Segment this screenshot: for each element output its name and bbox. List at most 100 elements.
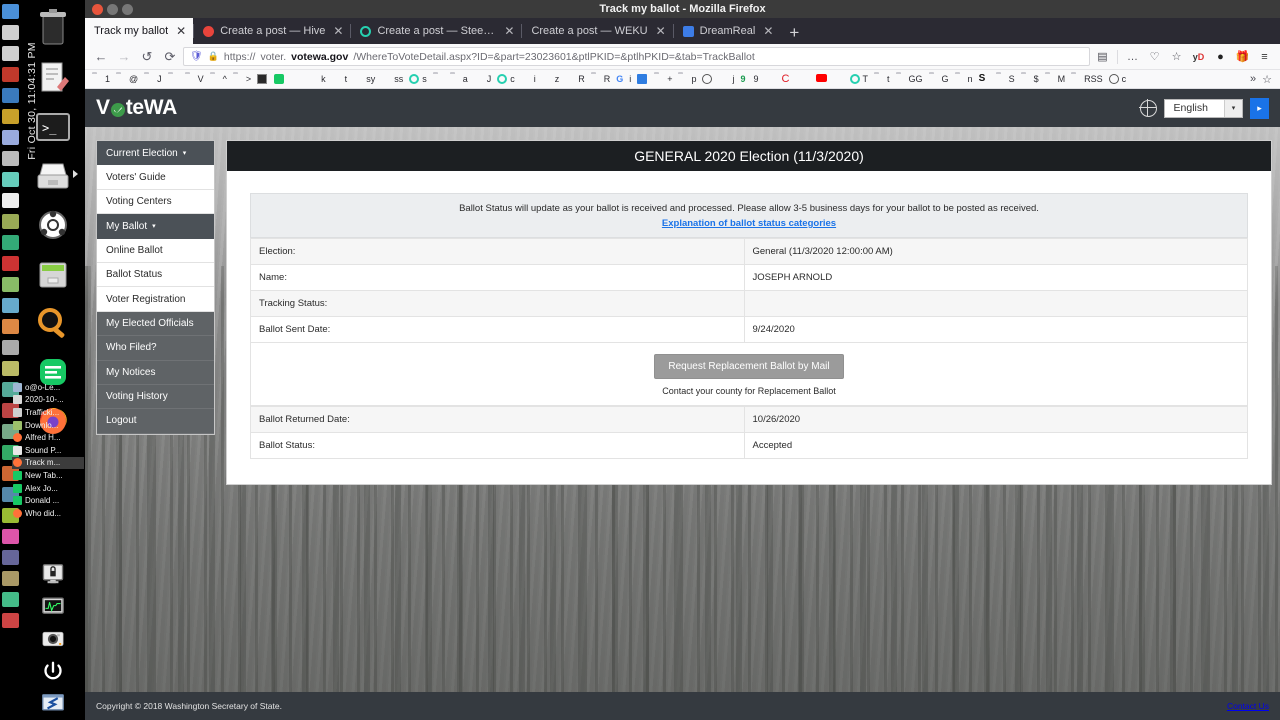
bookmark-item[interactable]: GG bbox=[893, 74, 926, 84]
address-bar[interactable]: 🛡 🔒 https:// voter. votewa.gov/WhereToVote… bbox=[183, 47, 1090, 66]
menu-icon[interactable]: ≡ bbox=[1255, 47, 1274, 66]
tray-icon[interactable] bbox=[2, 193, 19, 208]
bookmark-item[interactable] bbox=[271, 74, 288, 84]
bookmark-item[interactable] bbox=[288, 74, 305, 84]
back-button[interactable]: ← bbox=[91, 47, 111, 67]
bookmark-star-icon[interactable]: ☆ bbox=[1167, 47, 1186, 66]
bookmark-item[interactable]: ss bbox=[378, 74, 406, 84]
tray-icon[interactable] bbox=[2, 298, 19, 313]
window-minimize-button[interactable] bbox=[107, 3, 118, 15]
tray-icon[interactable] bbox=[2, 361, 19, 376]
sidebar-item-logout[interactable]: Logout bbox=[97, 409, 214, 434]
bookmark-item[interactable]: c bbox=[494, 74, 518, 84]
forward-button[interactable]: → bbox=[114, 47, 134, 67]
yandex-extension-icon[interactable]: yD bbox=[1189, 47, 1208, 66]
tray-icon[interactable] bbox=[2, 613, 19, 628]
pocket-icon[interactable]: ♡ bbox=[1145, 47, 1164, 66]
tray-icon[interactable] bbox=[2, 109, 19, 124]
bookmark-item[interactable]: sy bbox=[350, 74, 378, 84]
sidebar-item-who-filed[interactable]: Who Filed? bbox=[97, 336, 214, 361]
browser-tab[interactable]: Create a post — Hive ✕ bbox=[194, 18, 350, 44]
tray-icon[interactable] bbox=[2, 550, 19, 565]
sidebar-item-current-election[interactable]: Current Election ▾ bbox=[97, 141, 214, 166]
tab-close-icon[interactable]: ✕ bbox=[656, 24, 666, 38]
bookmark-item[interactable]: t bbox=[329, 74, 351, 84]
bookmark-item[interactable]: t bbox=[871, 74, 893, 84]
bookmark-item[interactable]: R bbox=[588, 74, 614, 84]
reload-button[interactable]: ⟳ bbox=[160, 47, 180, 67]
contact-us-link[interactable]: Contact Us bbox=[1227, 701, 1269, 711]
page-actions-icon[interactable]: … bbox=[1123, 47, 1142, 66]
bookmark-item[interactable]: > bbox=[230, 74, 254, 84]
sidebar-item-my-elected-officials[interactable]: My Elected Officials bbox=[97, 311, 214, 337]
bookmark-item[interactable]: V bbox=[182, 74, 207, 84]
sidebar-item-my-notices[interactable]: My Notices bbox=[97, 360, 214, 385]
tray-icon[interactable] bbox=[2, 46, 19, 61]
tray-icon[interactable] bbox=[2, 319, 19, 334]
bookmarks-manage-icon[interactable]: ☆ bbox=[1262, 73, 1272, 86]
window-list-item[interactable]: Donald ... bbox=[12, 494, 84, 507]
bookmark-item[interactable]: Gi bbox=[613, 74, 634, 84]
bookmark-item[interactable]: 99 bbox=[737, 74, 761, 84]
window-list-item[interactable]: Track m... bbox=[12, 456, 84, 470]
tray-icon[interactable] bbox=[2, 4, 19, 19]
tray-icon[interactable] bbox=[2, 214, 19, 229]
bookmark-item[interactable]: J bbox=[141, 74, 165, 84]
window-list-item[interactable]: Alex Jo... bbox=[12, 482, 84, 495]
tray-icon[interactable] bbox=[2, 151, 19, 166]
bookmark-item[interactable]: S bbox=[993, 74, 1018, 84]
bookmark-item[interactable] bbox=[430, 74, 447, 84]
new-tab-button[interactable]: + bbox=[780, 22, 808, 44]
window-list-item[interactable]: Sound P... bbox=[12, 444, 84, 457]
tracking-protection-shield-icon[interactable]: 🛡 bbox=[190, 51, 203, 62]
tray-icon[interactable] bbox=[2, 571, 19, 586]
window-list-item[interactable]: New Tab... bbox=[12, 469, 84, 482]
window-maximize-button[interactable] bbox=[122, 3, 133, 15]
lock-screen-icon[interactable] bbox=[28, 560, 78, 590]
terminal-icon[interactable]: >_ bbox=[28, 106, 78, 150]
bookmark-item[interactable] bbox=[254, 74, 271, 84]
bookmark-item[interactable]: p bbox=[675, 74, 699, 84]
browser-tab-active[interactable]: Track my ballot ✕ bbox=[85, 18, 194, 44]
bookmark-item[interactable]: n bbox=[952, 74, 976, 84]
bookmark-item[interactable] bbox=[830, 74, 847, 84]
power-icon[interactable] bbox=[28, 656, 78, 686]
gift-icon[interactable]: 🎁 bbox=[1233, 47, 1252, 66]
bookmark-item[interactable] bbox=[634, 74, 651, 84]
bookmark-item[interactable]: $ bbox=[1018, 74, 1042, 84]
tab-close-icon[interactable]: ✕ bbox=[763, 24, 773, 38]
tray-icon[interactable] bbox=[2, 277, 19, 292]
chevron-down-icon[interactable]: ▾ bbox=[1224, 99, 1242, 117]
bookmark-item[interactable]: J bbox=[471, 74, 495, 84]
bookmark-item[interactable] bbox=[813, 74, 830, 84]
sidebar-item-voters-guide[interactable]: Voters' Guide bbox=[97, 165, 214, 190]
bookmark-item[interactable]: i bbox=[518, 74, 539, 84]
sidebar-item-my-ballot[interactable]: My Ballot ▾ bbox=[97, 214, 214, 239]
bookmark-item[interactable]: M bbox=[1042, 74, 1069, 84]
tray-icon[interactable] bbox=[2, 172, 19, 187]
tray-icon[interactable] bbox=[2, 592, 19, 607]
tray-icon[interactable] bbox=[2, 340, 19, 355]
bookmark-item[interactable]: T bbox=[847, 74, 872, 84]
tray-icon[interactable] bbox=[2, 25, 19, 40]
explanation-link[interactable]: Explanation of ballot status categories bbox=[261, 218, 1237, 229]
sidebar-item-voting-centers[interactable]: Voting Centers bbox=[97, 189, 214, 215]
window-list-item[interactable]: o@o-Le... bbox=[12, 381, 84, 394]
bookmark-item[interactable] bbox=[762, 74, 779, 84]
bookmark-item[interactable]: c bbox=[1106, 74, 1130, 84]
window-list-item[interactable]: Trafficki... bbox=[12, 406, 84, 419]
headphones-extension-icon[interactable]: ● bbox=[1211, 47, 1230, 66]
dock-expand-arrow-icon[interactable] bbox=[73, 170, 78, 178]
xkill-icon[interactable] bbox=[28, 688, 78, 718]
bookmark-item[interactable]: s bbox=[406, 74, 430, 84]
ubuntu-update-icon[interactable] bbox=[28, 204, 78, 248]
tray-icon[interactable] bbox=[2, 256, 19, 271]
reader-mode-icon[interactable]: ▤ bbox=[1093, 47, 1112, 66]
history-button[interactable]: ↺ bbox=[137, 47, 157, 67]
bookmark-item[interactable]: S bbox=[976, 74, 993, 84]
tray-icon[interactable] bbox=[2, 529, 19, 544]
tab-close-icon[interactable]: ✕ bbox=[176, 24, 186, 38]
window-list-item[interactable]: 2020-10-... bbox=[12, 394, 84, 407]
system-monitor-icon[interactable] bbox=[28, 592, 78, 622]
bookmark-item[interactable]: j bbox=[716, 74, 737, 84]
